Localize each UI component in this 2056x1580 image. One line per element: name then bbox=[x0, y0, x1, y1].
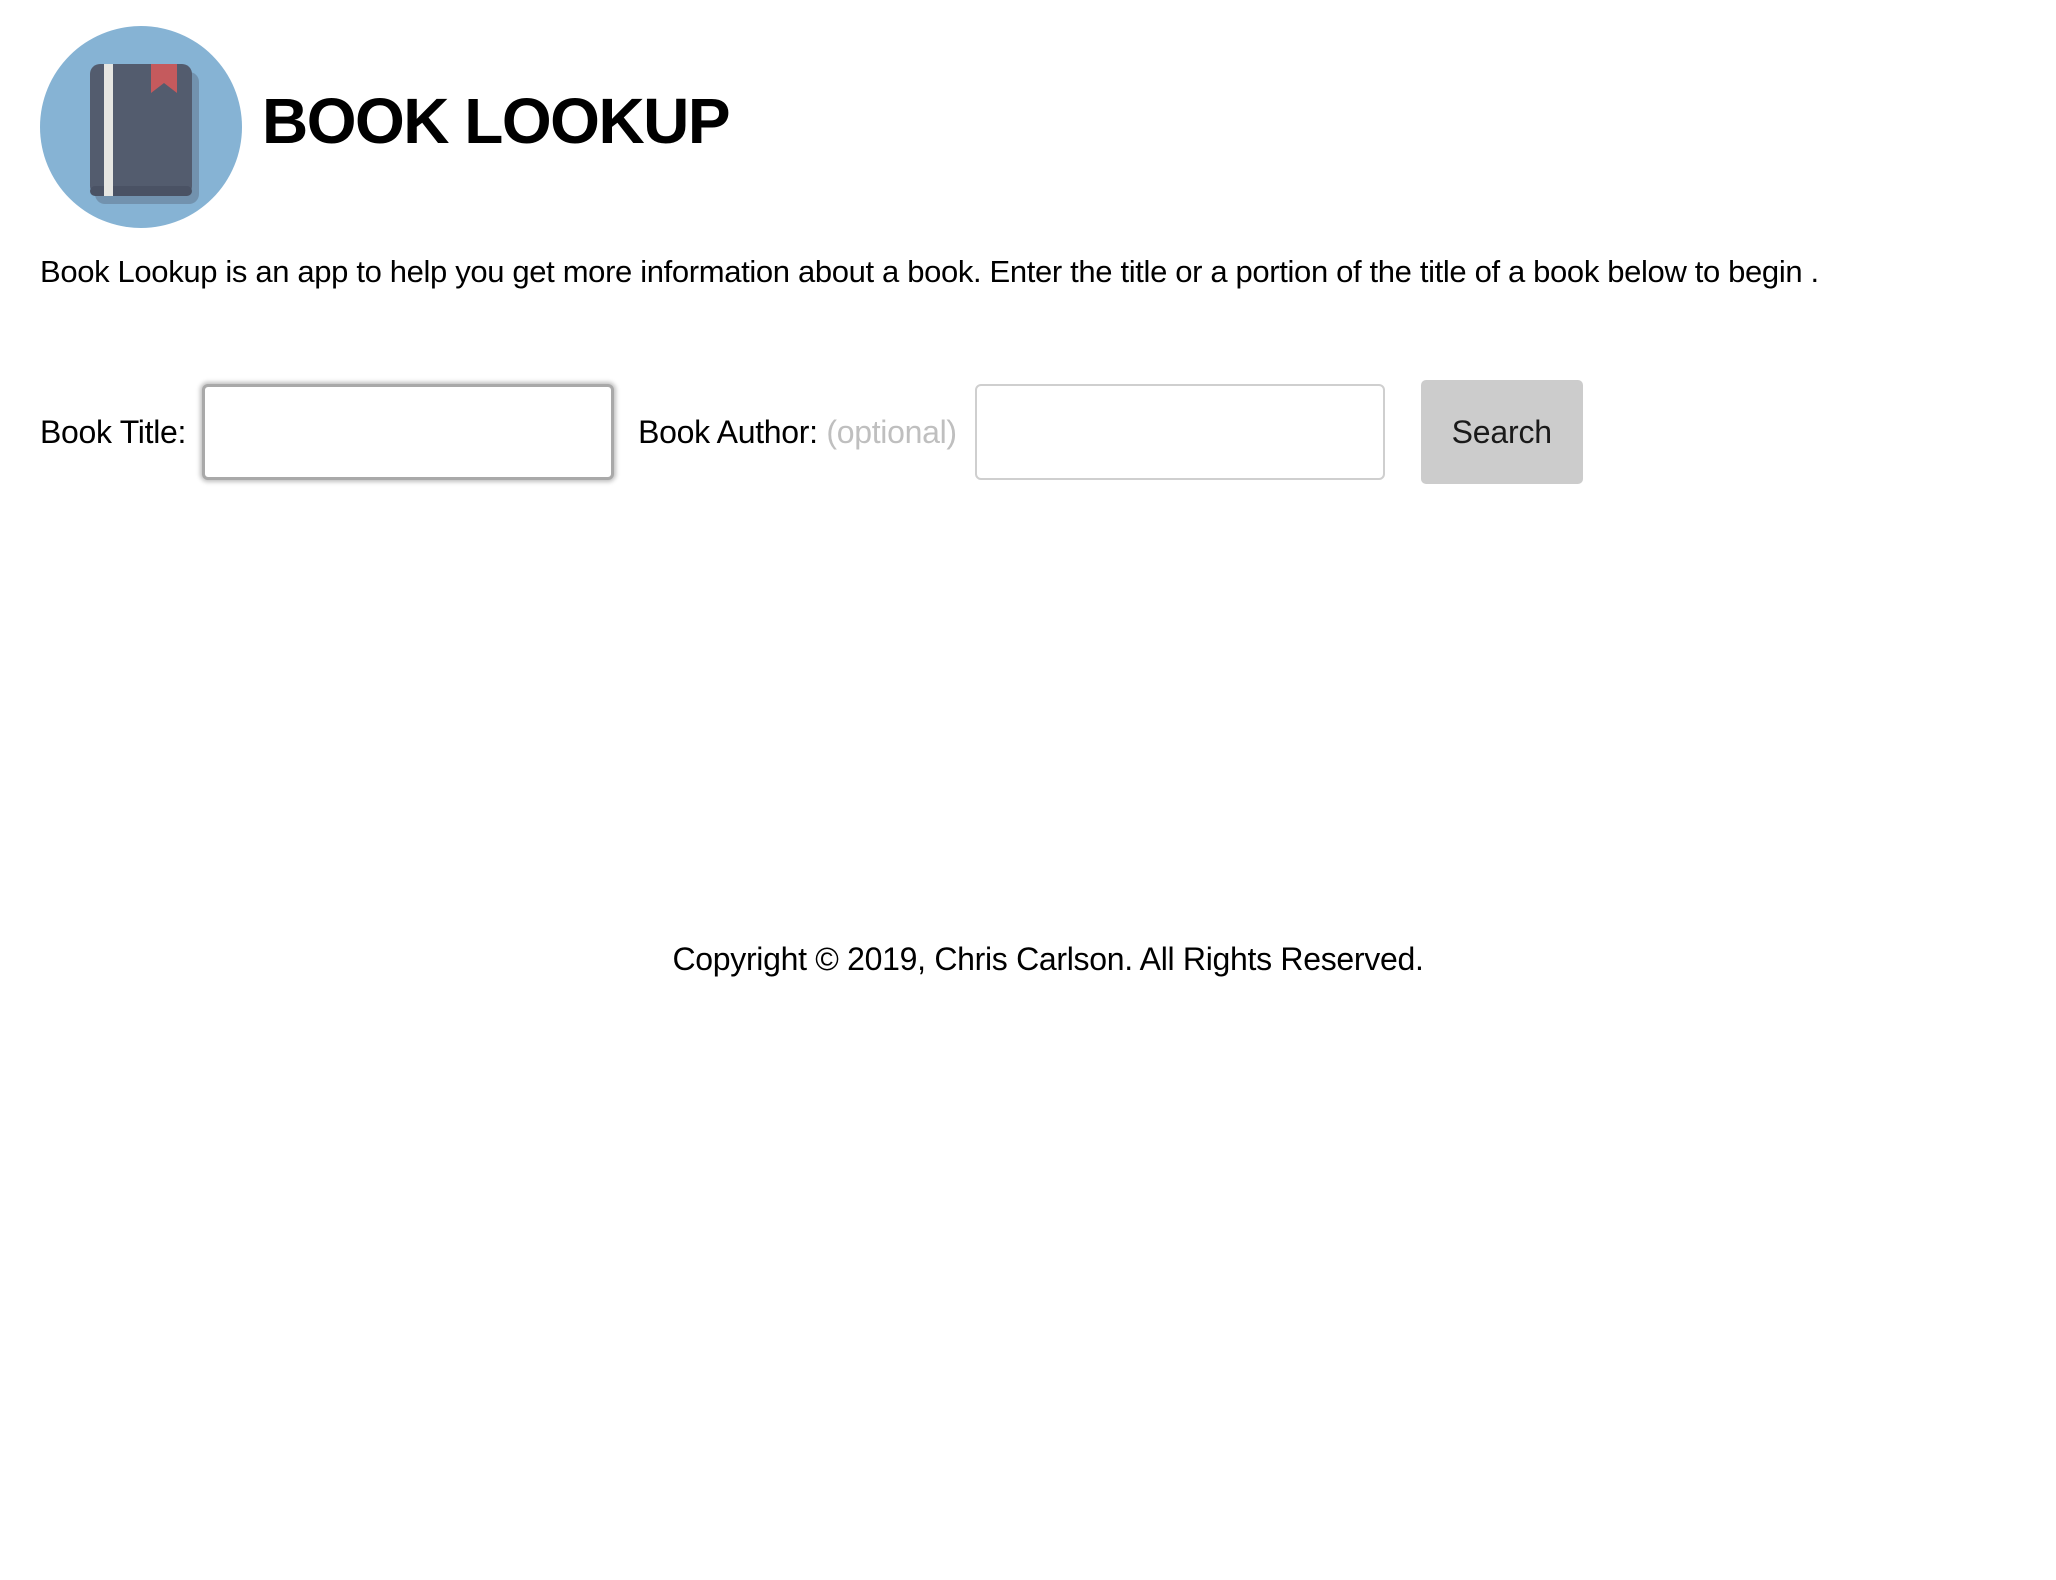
optional-hint: (optional) bbox=[826, 414, 957, 450]
book-author-label: Book Author: (optional) bbox=[638, 412, 957, 452]
page: BOOK LOOKUP Book Lookup is an app to hel… bbox=[40, 0, 2056, 1580]
book-title-input[interactable] bbox=[202, 384, 615, 480]
intro-text: Book Lookup is an app to help you get mo… bbox=[40, 254, 1819, 289]
search-form: Book Title: Book Author: (optional) Sear… bbox=[40, 380, 1583, 484]
book-author-label-text: Book Author: bbox=[638, 414, 818, 450]
copyright-footer: Copyright © 2019, Chris Carlson. All Rig… bbox=[672, 941, 1424, 977]
book-title-label: Book Title: bbox=[40, 414, 187, 450]
app-header: BOOK LOOKUP bbox=[40, 26, 731, 228]
search-button[interactable]: Search bbox=[1420, 380, 1583, 484]
book-author-input[interactable] bbox=[974, 384, 1385, 480]
app-title: BOOK LOOKUP bbox=[262, 85, 731, 157]
book-icon bbox=[40, 26, 242, 228]
